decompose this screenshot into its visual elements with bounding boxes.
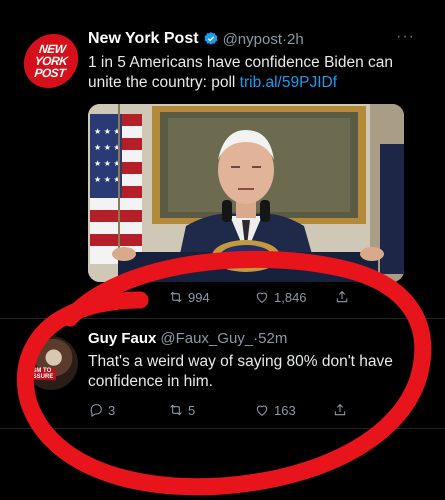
nypost-avatar[interactable]: NEW YORK POST (21, 34, 81, 88)
svg-text:★ ★ ★: ★ ★ ★ (94, 175, 121, 184)
retweet-count: 994 (188, 289, 210, 305)
reply-icon (90, 404, 102, 417)
like-count: 163 (274, 402, 296, 418)
like-action[interactable]: 163 (254, 402, 296, 418)
retweet-count: 5 (188, 402, 196, 418)
screenshot-frame: NEW YORK POST New York Post @nypost · 2h… (0, 0, 445, 500)
retweet-icon (170, 404, 182, 416)
svg-text:★ ★ ★: ★ ★ ★ (94, 127, 121, 136)
retweet-action[interactable]: 5 (168, 402, 195, 418)
author-name[interactable]: Guy Faux (88, 330, 156, 347)
like-count: 1,846 (274, 289, 307, 305)
svg-text:★ ★ ★: ★ ★ ★ (94, 143, 121, 152)
retweet-icon (170, 291, 182, 303)
tweet-guyfaux[interactable]: ISM TO ESSURE Guy Faux @Faux_Guy_ · 52m … (0, 318, 445, 428)
tweet-timestamp[interactable]: 2h (287, 31, 304, 48)
like-icon (256, 405, 268, 416)
avatar-tag: ISM TO ESSURE (26, 368, 56, 380)
author-handle[interactable]: @Faux_Guy_ (160, 330, 253, 347)
avatar-line-3: POST (33, 66, 66, 80)
tweet1-header: New York Post @nypost · 2h (88, 30, 304, 48)
tweet-text: That's a weird way of saying 80% don't h… (88, 353, 393, 390)
divider (0, 428, 445, 429)
author-handle[interactable]: @nypost (223, 31, 282, 48)
guyfaux-avatar[interactable]: ISM TO ESSURE (24, 336, 78, 390)
tweet-link[interactable]: trib.al/59PJIDf (240, 74, 337, 91)
tweet-text: 1 in 5 Americans have confidence Biden c… (88, 53, 418, 93)
reply-count: 3 (108, 402, 116, 418)
photo-illustration: ★ ★ ★ ★ ★ ★ ★ ★ ★ ★ ★ ★ (88, 104, 404, 282)
svg-text:★ ★ ★: ★ ★ ★ (94, 159, 121, 168)
reply-action[interactable]: 3 (88, 402, 115, 418)
like-action[interactable]: 1,846 (254, 289, 307, 305)
tweet-nypost[interactable]: NEW YORK POST New York Post @nypost · 2h… (0, 0, 445, 318)
more-icon[interactable]: ··· (396, 28, 415, 46)
share-action[interactable] (334, 289, 354, 305)
retweet-action[interactable]: 994 (168, 289, 210, 305)
tweet2-actions: 3 5 163 (88, 402, 358, 420)
verified-badge-icon (204, 32, 217, 45)
author-name[interactable]: New York Post (88, 30, 199, 48)
share-icon (334, 403, 346, 416)
tweet1-actions: 994 1,846 (168, 289, 358, 307)
tweet-photo[interactable]: ★ ★ ★ ★ ★ ★ ★ ★ ★ ★ ★ ★ (88, 104, 404, 282)
tweet-timestamp[interactable]: 52m (258, 330, 287, 347)
tweet2-header: Guy Faux @Faux_Guy_ · 52m (88, 330, 287, 347)
share-icon (336, 290, 348, 303)
like-icon (256, 292, 268, 303)
share-action[interactable] (332, 402, 352, 418)
